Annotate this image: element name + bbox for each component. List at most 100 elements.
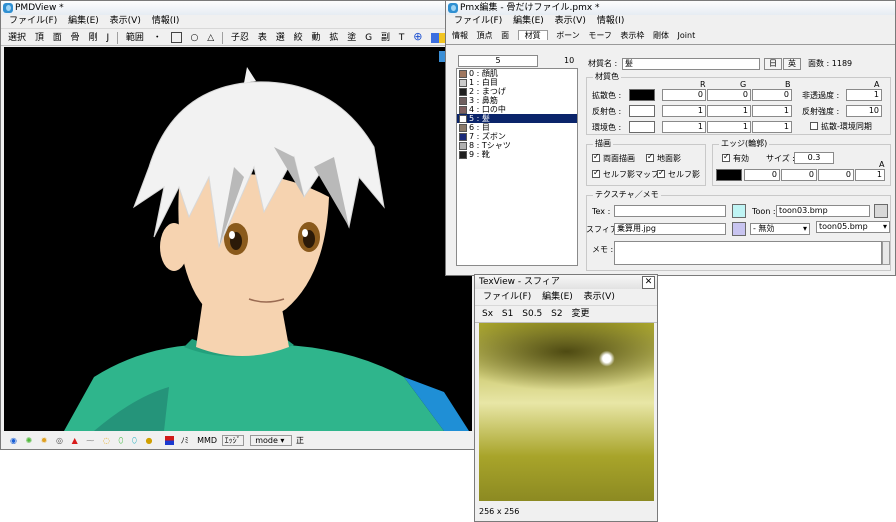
scale-half-button[interactable]: S0.5	[519, 306, 545, 322]
3d-viewport[interactable]	[4, 47, 472, 431]
toon-color-button[interactable]	[874, 204, 888, 218]
vertex-display-icon[interactable]: ◉	[10, 436, 17, 445]
tool-bone[interactable]: 骨	[68, 30, 83, 46]
edge-enabled-checkbox[interactable]	[722, 152, 730, 162]
tex-field[interactable]	[614, 205, 726, 217]
pmx-menu-info[interactable]: 情報(I)	[597, 16, 625, 26]
tool-g[interactable]: G	[362, 30, 375, 46]
material-list-item[interactable]: 8 : Tシャツ	[457, 141, 577, 150]
bone-display-icon[interactable]: ✹	[41, 436, 48, 445]
pmdview-titlebar[interactable]: PMDView *	[1, 1, 475, 15]
change-button[interactable]: 変更	[568, 306, 592, 322]
color-block-icon[interactable]	[165, 436, 175, 445]
diffuse-g[interactable]: 0	[707, 89, 751, 101]
tab-morph[interactable]: モーフ	[588, 31, 612, 40]
material-name-field[interactable]: 髪	[622, 58, 760, 70]
tool-select[interactable]: 選択	[5, 30, 29, 46]
toon-select[interactable]: toon05.bmp ▾	[816, 221, 890, 233]
scale-x-button[interactable]: Sx	[479, 306, 496, 322]
material-list-item[interactable]: 1 : 白目	[457, 78, 577, 87]
tool-narrow[interactable]: 絞	[291, 30, 306, 46]
tool-range[interactable]: 範囲	[123, 30, 147, 46]
tool-scale[interactable]: 拡	[326, 30, 341, 46]
scale-1-button[interactable]: S1	[499, 306, 516, 322]
texview-menu-file[interactable]: ファイル(F)	[483, 292, 531, 302]
texview-menu-edit[interactable]: 編集(E)	[542, 292, 573, 302]
yellow-circle-icon[interactable]: ●	[146, 436, 153, 445]
memo-scrollbar[interactable]	[882, 241, 890, 265]
sphere-color-button[interactable]	[732, 222, 746, 236]
tab-joint[interactable]: Joint	[678, 31, 696, 40]
tool-joint[interactable]: J	[103, 30, 112, 46]
double-side-checkbox[interactable]	[592, 152, 600, 162]
green-bone-icon[interactable]: ⬯	[118, 436, 123, 445]
edge-g[interactable]: 0	[781, 169, 817, 181]
pmdview-menu-edit[interactable]: 編集(E)	[68, 16, 99, 26]
close-icon[interactable]: ✕	[642, 276, 655, 289]
edge-color-swatch[interactable]	[716, 169, 742, 181]
edge-size-field[interactable]: 0.3	[794, 152, 834, 164]
texview-menu-view[interactable]: 表示(V)	[584, 292, 615, 302]
tool-dot[interactable]: ・	[150, 30, 165, 46]
pmx-menu-view[interactable]: 表示(V)	[555, 16, 586, 26]
diffuse-alpha[interactable]: 1	[846, 89, 882, 101]
material-list-item[interactable]: 9 : 靴	[457, 150, 577, 159]
tab-face[interactable]: 面	[501, 31, 509, 40]
edge-a[interactable]: 1	[855, 169, 885, 181]
memo-field[interactable]	[614, 241, 882, 265]
ambient-swatch[interactable]	[629, 121, 655, 133]
tab-display-frame[interactable]: 表示枠	[620, 31, 644, 40]
material-list[interactable]: 0 : 顔肌 1 : 白目 2 : まつげ 3 : 鼻筋 4 : 口の中 5 : 髪6 :…	[456, 68, 578, 266]
globe-icon[interactable]: ⊕	[410, 29, 425, 45]
diffuse-b[interactable]: 0	[752, 89, 792, 101]
self-shadow-checkbox[interactable]	[657, 168, 665, 178]
edge-button[interactable]: ｴｯｼﾞ	[221, 435, 244, 446]
specular-b[interactable]: 1	[752, 105, 792, 117]
specular-r[interactable]: 1	[662, 105, 706, 117]
circle-tool-icon[interactable]: ○	[188, 30, 202, 46]
tool-paint[interactable]: 塗	[344, 30, 359, 46]
tex-color-button[interactable]	[732, 204, 746, 218]
scale-2-button[interactable]: S2	[548, 306, 565, 322]
material-index-field[interactable]: 5	[458, 55, 538, 67]
pmdview-menu-file[interactable]: ファイル(F)	[9, 16, 57, 26]
pmx-menu-file[interactable]: ファイル(F)	[454, 16, 502, 26]
texview-titlebar[interactable]: TexView - スフィア ✕	[475, 275, 657, 289]
diffuse-swatch[interactable]	[629, 89, 655, 101]
specular-swatch[interactable]	[629, 105, 655, 117]
specular-power[interactable]: 10	[846, 105, 882, 117]
tab-rigid[interactable]: 剛体	[653, 31, 669, 40]
pmx-menu-edit[interactable]: 編集(E)	[513, 16, 544, 26]
front-view-button[interactable]: 正	[296, 436, 304, 445]
tab-vertex[interactable]: 頂点	[477, 31, 493, 40]
tab-bone[interactable]: ボーン	[556, 31, 580, 40]
ambient-g[interactable]: 1	[707, 121, 751, 133]
jp-name-button[interactable]: 日	[764, 58, 782, 70]
tab-info[interactable]: 情報	[452, 31, 468, 40]
point-display-icon[interactable]: ✺	[26, 436, 33, 445]
self-shadow-map-checkbox[interactable]	[592, 168, 600, 178]
pmdview-menu-view[interactable]: 表示(V)	[110, 16, 141, 26]
material-list-item[interactable]: 7 : ズボン	[457, 132, 577, 141]
pmx-titlebar[interactable]: Pmx編集 - 骨だけファイル.pmx *	[446, 1, 895, 15]
diffuse-r[interactable]: 0	[662, 89, 706, 101]
material-list-item[interactable]: 0 : 顔肌	[457, 69, 577, 78]
material-list-item[interactable]: 3 : 鼻筋	[457, 96, 577, 105]
square-tool-icon[interactable]	[168, 30, 185, 46]
ambient-r[interactable]: 1	[662, 121, 706, 133]
triangle-tool-icon[interactable]: △	[204, 30, 217, 46]
sphere-field[interactable]: 乗算用.jpg	[614, 223, 726, 235]
ground-shadow-checkbox[interactable]	[646, 152, 654, 162]
tool-child[interactable]: 子忍	[228, 30, 252, 46]
target-icon[interactable]: ◎	[56, 436, 63, 445]
tool-sub[interactable]: 副	[378, 30, 393, 46]
morph-icon[interactable]: ◌	[103, 436, 110, 445]
tool-move[interactable]: 動	[308, 30, 323, 46]
tool-selection[interactable]: 選	[273, 30, 288, 46]
tool-rigid[interactable]: 剛	[86, 30, 101, 46]
specular-g[interactable]: 1	[707, 105, 751, 117]
edge-b[interactable]: 0	[818, 169, 854, 181]
mmd-button[interactable]: MMD	[197, 436, 217, 445]
material-list-item[interactable]: 2 : まつげ	[457, 87, 577, 96]
tool-vertex[interactable]: 頂	[32, 30, 47, 46]
